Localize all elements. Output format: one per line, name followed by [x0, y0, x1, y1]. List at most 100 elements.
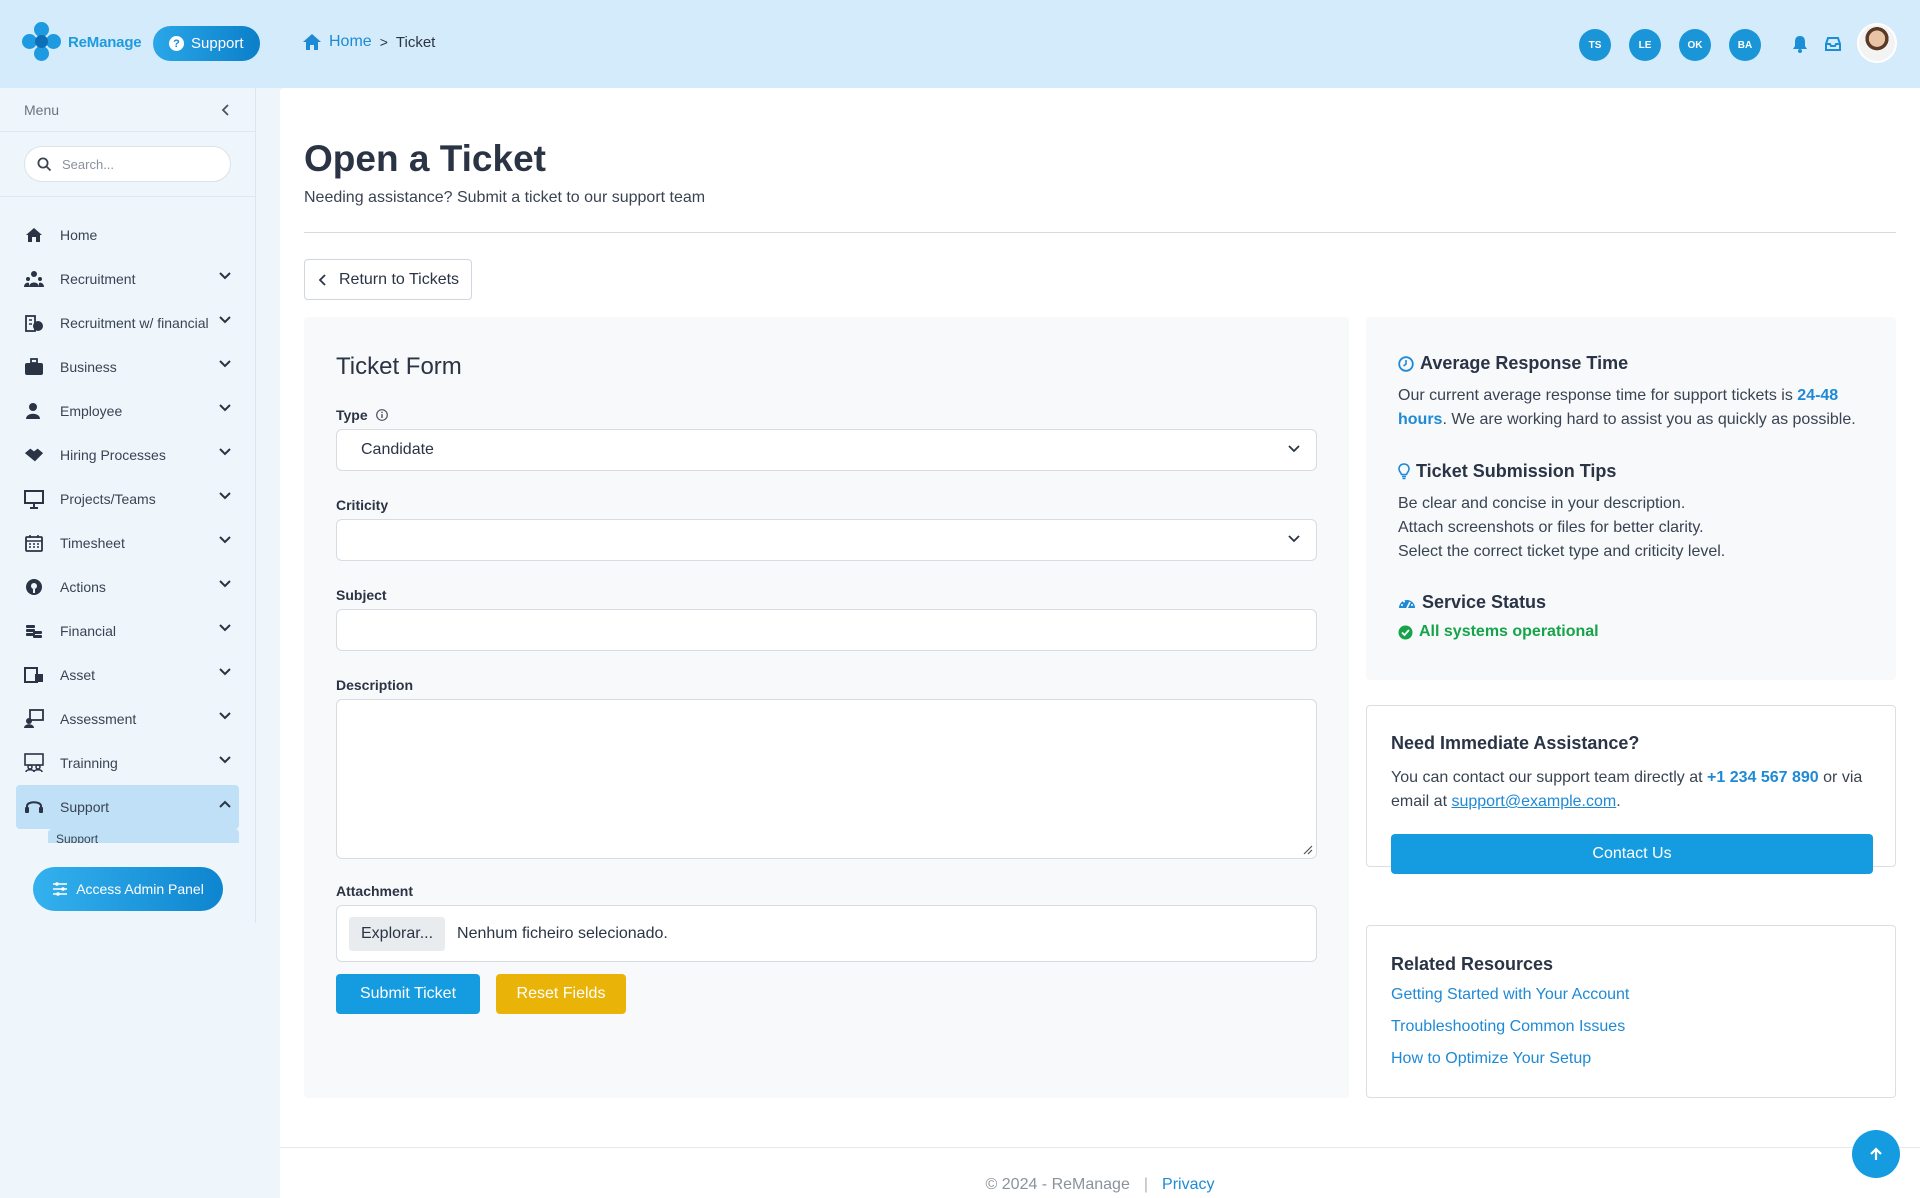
browse-file-button[interactable]: Explorar... [349, 916, 446, 951]
page-subtitle: Needing assistance? Submit a ticket to o… [304, 189, 706, 206]
chevron-down-icon [219, 536, 231, 544]
breadcrumb-home[interactable]: Home [302, 33, 372, 51]
subject-input[interactable] [336, 609, 1317, 651]
sidebar-item-recruitment[interactable]: Recruitment [0, 257, 255, 301]
sidebar-item-home[interactable]: Home [0, 213, 255, 257]
avatar-ts[interactable]: TS [1579, 29, 1611, 61]
main-content: Open a Ticket Needing assistance? Submit… [280, 88, 1920, 1198]
bell-icon[interactable] [1790, 34, 1810, 54]
actions-icon [24, 577, 44, 597]
service-status-title: Service Status [1422, 592, 1547, 612]
avatar-ba[interactable]: BA [1729, 29, 1761, 61]
sidebar-item-timesheet[interactable]: Timesheet [0, 521, 255, 565]
sidebar-item-employee[interactable]: Employee [0, 389, 255, 433]
sidebar-item-actions[interactable]: Actions [0, 565, 255, 609]
header-avatars: TS LE OK BA [1579, 29, 1761, 61]
info-icon[interactable] [375, 409, 388, 421]
sliders-icon [53, 882, 68, 896]
tip-item: Select the correct ticket type and criti… [1398, 543, 1726, 560]
resource-link-optimize[interactable]: How to Optimize Your Setup [1391, 1050, 1591, 1068]
home-icon [303, 34, 321, 50]
avatar-le[interactable]: LE [1629, 29, 1661, 61]
type-label-text: Type [336, 407, 368, 423]
sidebar-item-support[interactable]: Support [16, 785, 239, 829]
chevron-down-icon [219, 624, 231, 632]
service-status-text: All systems operational [1419, 623, 1599, 640]
search-input[interactable]: Search... [62, 157, 114, 172]
chevron-down-icon [219, 668, 231, 676]
chevron-down-icon [219, 272, 231, 280]
chevron-up-icon [219, 800, 231, 808]
privacy-link[interactable]: Privacy [1162, 1176, 1214, 1193]
assistance-title: Need Immediate Assistance? [1391, 733, 1640, 753]
response-time-heading: Average Response Time [1398, 353, 1628, 374]
divider [304, 232, 1896, 233]
avatar-ok[interactable]: OK [1679, 29, 1711, 61]
brand-logo[interactable]: ReManage [22, 22, 142, 62]
sidebar-item-hiring-processes[interactable]: Hiring Processes [0, 433, 255, 477]
sidebar-item-projects-teams[interactable]: Projects/Teams [0, 477, 255, 521]
return-to-tickets-button[interactable]: Return to Tickets [304, 259, 472, 300]
assistance-text: You can contact our support team directl… [1391, 766, 1881, 814]
sidebar-item-label: Employee [60, 403, 123, 419]
top-header: ReManage ? Support Home > Ticket TS LE O… [0, 0, 1920, 88]
support-header-button[interactable]: ? Support [153, 26, 260, 61]
reset-fields-button[interactable]: Reset Fields [496, 974, 626, 1014]
chevron-down-icon [219, 492, 231, 500]
type-label: Type [336, 407, 388, 423]
attachment-label: Attachment [336, 883, 414, 899]
sidebar-item-business[interactable]: Business [0, 345, 255, 389]
resource-link-troubleshooting[interactable]: Troubleshooting Common Issues [1391, 1018, 1625, 1036]
chevron-down-icon [1288, 535, 1300, 543]
search-icon [37, 157, 52, 171]
sidebar-item-label: Home [60, 227, 98, 243]
user-avatar[interactable] [1857, 23, 1897, 63]
support-phone[interactable]: +1 234 567 890 [1707, 769, 1819, 786]
criticity-select[interactable] [336, 519, 1317, 561]
contact-us-button[interactable]: Contact Us [1391, 834, 1873, 874]
response-time-text: Our current average response time for su… [1398, 384, 1878, 432]
sidebar-nav: Home Recruitment Recruitment w/ financia… [0, 197, 255, 843]
footer-separator: | [1143, 1176, 1149, 1193]
chevron-down-icon [219, 712, 231, 720]
sidebar-item-trainning[interactable]: Trainning [0, 741, 255, 785]
response-text-b: . We are working hard to assist you as q… [1442, 411, 1856, 428]
sidebar-item-asset[interactable]: Asset [0, 653, 255, 697]
description-textarea[interactable] [336, 699, 1317, 859]
subject-label: Subject [336, 587, 387, 603]
type-select[interactable]: Candidate [336, 429, 1317, 471]
sidebar-item-recruitment-financial[interactable]: Recruitment w/ financial [0, 301, 255, 345]
scroll-to-top-button[interactable] [1852, 1130, 1900, 1178]
sidebar-item-financial[interactable]: Financial [0, 609, 255, 653]
criticity-label: Criticity [336, 497, 389, 513]
support-email-link[interactable]: support@example.com [1451, 793, 1616, 810]
chevron-down-icon [219, 404, 231, 412]
resize-grip-icon[interactable] [1301, 843, 1313, 855]
related-resources-card: Related Resources Getting Started with Y… [1366, 925, 1896, 1098]
inbox-icon[interactable] [1823, 34, 1843, 54]
resource-link-getting-started[interactable]: Getting Started with Your Account [1391, 986, 1629, 1004]
arrow-up-icon [1870, 1147, 1882, 1160]
info-card: Average Response Time Our current averag… [1366, 317, 1896, 680]
tips-title: Ticket Submission Tips [1416, 461, 1617, 481]
asset-icon [24, 665, 44, 685]
access-admin-panel-button[interactable]: Access Admin Panel [33, 867, 223, 911]
chevron-down-icon [219, 756, 231, 764]
sidebar-item-label: Hiring Processes [60, 447, 166, 463]
gauge-icon [1399, 600, 1415, 609]
attachment-file-input[interactable]: Explorar... Nenhum ficheiro selecionado. [336, 905, 1317, 962]
chevron-down-icon [219, 316, 231, 324]
collapse-chevron-icon[interactable] [221, 103, 231, 116]
footer: © 2024 - ReManage | Privacy [280, 1176, 1920, 1194]
sidebar-item-assessment[interactable]: Assessment [0, 697, 255, 741]
page-title: Open a Ticket [304, 138, 546, 179]
assist-text-a: You can contact our support team directl… [1391, 769, 1708, 786]
admin-button-label: Access Admin Panel [76, 881, 204, 897]
footer-copyright: © 2024 - ReManage [985, 1176, 1130, 1193]
sidebar-subitem-support[interactable]: Support [48, 829, 239, 843]
sidebar-search[interactable]: Search... [24, 146, 231, 182]
sidebar-item-label: Assessment [60, 711, 137, 727]
home-icon [24, 225, 44, 245]
submit-ticket-button[interactable]: Submit Ticket [336, 974, 480, 1014]
response-text-a: Our current average response time for su… [1398, 387, 1798, 404]
